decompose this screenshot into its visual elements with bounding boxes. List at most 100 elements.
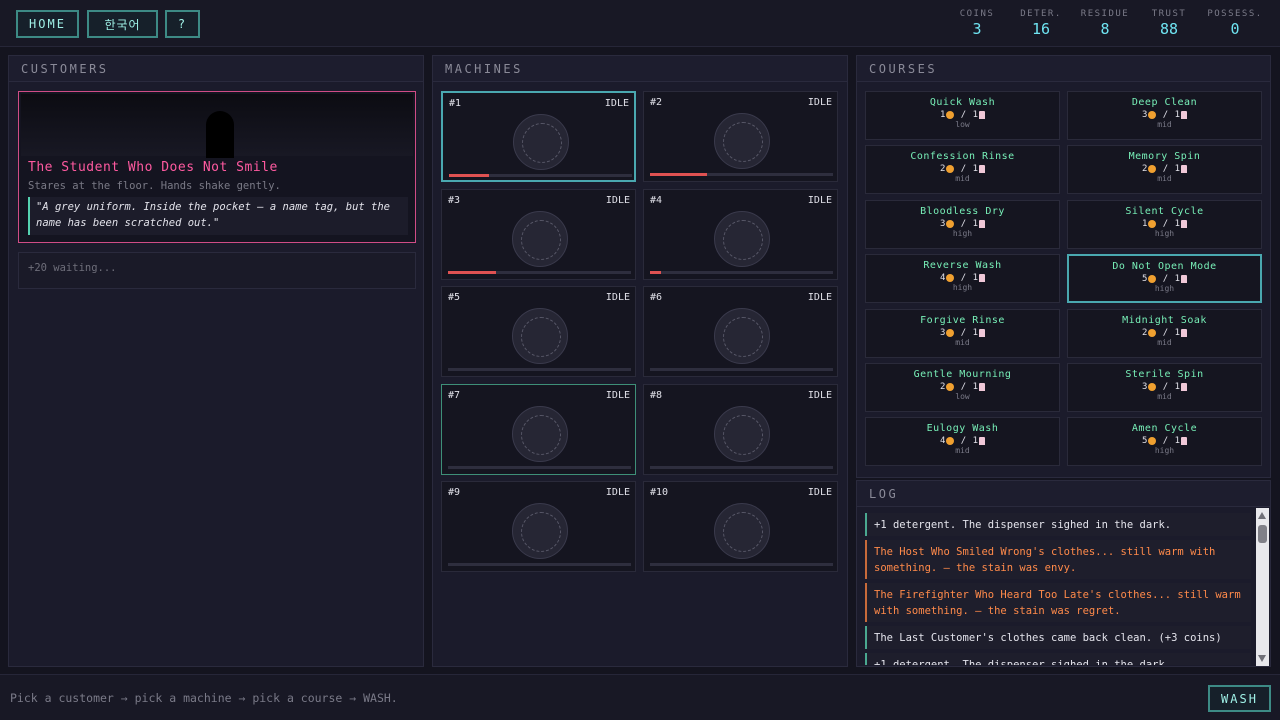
course-cost: 1 / 1 (1068, 219, 1261, 229)
course-card[interactable]: Quick Wash 1 / 1 low (865, 91, 1060, 140)
machine-number: #4 (650, 194, 663, 206)
machine-card[interactable]: #10 IDLE (643, 481, 838, 572)
course-coin-cost: 2 (939, 382, 946, 392)
machine-progress-track (448, 465, 631, 469)
scroll-thumb[interactable] (1258, 525, 1267, 543)
cost-separator: / (955, 382, 972, 392)
course-coin-cost: 5 (1141, 274, 1148, 285)
machine-card[interactable]: #6 IDLE (643, 286, 838, 377)
course-garment-cost: 1 (1174, 382, 1181, 392)
course-card[interactable]: Eulogy Wash 4 / 1 mid (865, 417, 1060, 467)
course-card[interactable]: Sterile Spin 3 / 1 mid (1067, 363, 1262, 412)
course-card[interactable]: Amen Cycle 5 / 1 high (1067, 417, 1262, 467)
course-name: Reverse Wash (923, 260, 1002, 272)
cost-separator: / (1157, 110, 1174, 120)
cost-separator: / (955, 327, 972, 338)
machine-progress-track (448, 270, 631, 274)
course-name: Eulogy Wash (926, 423, 999, 435)
instruction-hint: Pick a customer → pick a machine → pick … (10, 691, 398, 705)
log-entry: +1 detergent. The dispenser sighed in th… (865, 513, 1251, 536)
machine-progress-track (448, 563, 631, 566)
stat-trust: TRUST 88 (1139, 9, 1199, 38)
coin-icon (1148, 219, 1157, 228)
course-garment-cost: 1 (1174, 327, 1181, 338)
customer-card[interactable]: The Student Who Does Not Smile Stares at… (18, 91, 416, 243)
course-card[interactable]: Reverse Wash 4 / 1 high (865, 254, 1060, 304)
machine-number: #3 (448, 194, 461, 206)
machine-number: #9 (448, 487, 461, 498)
customer-name: The Student Who Does Not Smile (28, 160, 278, 175)
log-panel: LOG +1 detergent. The dispenser sighed i… (856, 480, 1271, 667)
panel-title: MACHINES (433, 56, 847, 82)
course-card[interactable]: Silent Cycle 1 / 1 high (1067, 199, 1262, 249)
course-card[interactable]: Confession Rinse 2 / 1 mid (865, 145, 1060, 195)
machine-card[interactable]: #1 IDLE (441, 91, 636, 182)
course-name: Forgive Rinse (920, 314, 1005, 326)
detergent-icon (979, 274, 986, 283)
washer-drum-icon (512, 405, 568, 462)
detergent-icon (1181, 165, 1188, 174)
stat-coins: COINS 3 (947, 9, 1007, 38)
wash-button[interactable]: WASH (1208, 685, 1271, 712)
machine-card[interactable]: #2 IDLE (643, 91, 838, 182)
course-cost: 3 / 1 (866, 219, 1059, 229)
course-coin-cost: 1 (1141, 218, 1148, 229)
machine-card[interactable]: #7 IDLE (441, 383, 636, 475)
machine-status: IDLE (807, 292, 832, 303)
machine-card[interactable]: #5 IDLE (441, 286, 636, 377)
course-garment-cost: 1 (972, 273, 979, 284)
course-name: Do Not Open Mode (1112, 261, 1217, 273)
detergent-icon (1181, 328, 1188, 337)
course-level: low (955, 120, 970, 129)
scroll-down-icon[interactable] (1258, 655, 1266, 662)
cost-separator: / (955, 436, 972, 447)
language-button[interactable]: 한국어 (87, 10, 158, 38)
course-garment-cost: 1 (1174, 110, 1181, 120)
machine-card[interactable]: #8 IDLE (643, 383, 838, 475)
courses-panel: COURSES Quick Wash 1 / 1 low Deep Clean 3 / … (856, 55, 1271, 478)
coin-icon (946, 219, 955, 228)
cost-separator: / (1157, 436, 1174, 447)
home-button[interactable]: HOME (16, 10, 79, 38)
stat-detergent: DETER. 16 (1011, 9, 1071, 38)
cost-separator: / (1157, 218, 1174, 229)
machine-number: #1 (449, 98, 462, 109)
machine-card[interactable]: #4 IDLE (643, 188, 838, 280)
course-card[interactable]: Do Not Open Mode 5 / 1 high (1067, 254, 1262, 304)
coin-icon (1148, 383, 1157, 391)
cost-separator: / (1157, 274, 1174, 285)
course-name: Deep Clean (1131, 97, 1198, 108)
course-garment-cost: 1 (972, 218, 979, 229)
machine-number: #6 (650, 292, 663, 303)
machine-progress-fill (650, 270, 661, 274)
course-cost: 5 / 1 (1069, 274, 1260, 284)
stat-value: 88 (1159, 20, 1179, 38)
log-entry: The Last Customer's clothes came back cl… (865, 626, 1251, 649)
help-button[interactable]: ? (165, 10, 200, 38)
cost-separator: / (955, 218, 972, 229)
stat-label: COINS (959, 9, 995, 19)
course-name: Sterile Spin (1125, 369, 1204, 380)
detergent-icon (979, 111, 986, 119)
machine-card[interactable]: #9 IDLE (441, 481, 636, 572)
machine-card[interactable]: #3 IDLE (441, 188, 636, 280)
course-card[interactable]: Bloodless Dry 3 / 1 high (865, 199, 1060, 249)
coin-icon (946, 437, 955, 446)
course-card[interactable]: Midnight Soak 2 / 1 mid (1067, 308, 1262, 358)
course-card[interactable]: Memory Spin 2 / 1 mid (1067, 145, 1262, 195)
scroll-up-icon[interactable] (1258, 512, 1266, 519)
coin-icon (946, 328, 955, 337)
machine-status: IDLE (807, 487, 832, 498)
log-scrollbar[interactable] (1256, 508, 1269, 666)
course-card[interactable]: Forgive Rinse 3 / 1 mid (865, 308, 1060, 358)
silhouette-icon (206, 111, 234, 158)
course-card[interactable]: Deep Clean 3 / 1 mid (1067, 91, 1262, 140)
course-level: mid (955, 446, 970, 456)
top-bar: HOME 한국어 ? COINS 3 DETER. 16 RESIDUE 8 T… (0, 0, 1280, 47)
stat-label: TRUST (1151, 9, 1187, 19)
machine-progress-track (650, 465, 833, 469)
course-name: Quick Wash (929, 97, 996, 108)
detergent-icon (979, 219, 986, 228)
course-level: high (1154, 284, 1175, 294)
course-card[interactable]: Gentle Mourning 2 / 1 low (865, 363, 1060, 412)
